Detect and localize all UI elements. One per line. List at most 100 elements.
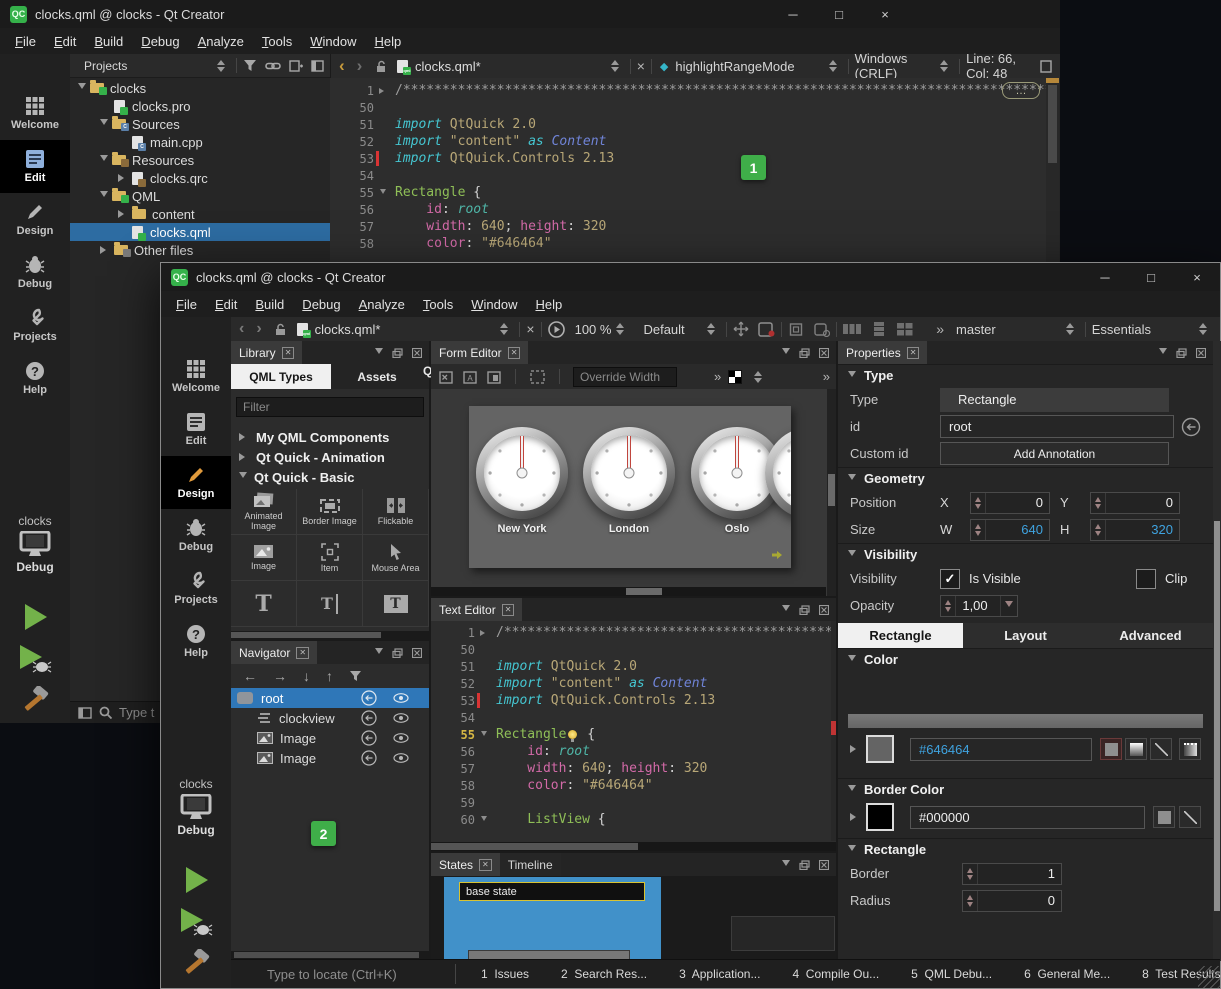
mode-help[interactable]: ? Help — [0, 352, 70, 405]
add-annotation-button[interactable]: Add Annotation — [940, 442, 1169, 465]
properties-tab[interactable]: Properties✕ — [838, 341, 927, 364]
pane-menu-icon[interactable] — [375, 648, 383, 658]
export-icon[interactable] — [361, 710, 377, 726]
menu-help[interactable]: Help — [365, 31, 410, 52]
border-solid-button[interactable] — [1153, 806, 1175, 828]
style-dropdown-icon[interactable] — [707, 319, 715, 339]
border-hex-field[interactable]: #000000 — [910, 806, 1145, 829]
solid-color-button[interactable] — [1100, 738, 1122, 760]
tab-rectangle[interactable]: Rectangle — [838, 623, 963, 648]
clock-london[interactable] — [583, 427, 675, 519]
close-pane-icon[interactable] — [311, 60, 324, 72]
section-color[interactable]: Color — [838, 648, 1213, 670]
nav-down-icon[interactable]: ↓ — [303, 668, 310, 684]
move-tool-icon[interactable] — [733, 321, 749, 337]
component-flickable[interactable]: Flickable — [363, 489, 429, 535]
kit-selector[interactable]: clocks Debug — [161, 777, 231, 837]
encoding-selector[interactable]: Windows (CRLF) — [855, 51, 932, 81]
close-document-icon[interactable]: × — [526, 321, 534, 337]
menu-window[interactable]: Window — [462, 294, 526, 315]
clip-checkbox[interactable] — [1136, 569, 1156, 589]
encoding-dropdown-icon[interactable] — [940, 56, 948, 76]
navigator-row-image-1[interactable]: Image — [231, 728, 429, 748]
section-geometry[interactable]: Geometry — [838, 467, 1213, 489]
navigator-row-image-2[interactable]: Image — [231, 748, 429, 768]
component-animated-image[interactable]: Animated Image — [231, 489, 297, 535]
close-pane-icon[interactable] — [1196, 348, 1206, 358]
select-frame-icon[interactable] — [788, 322, 804, 337]
navigator-row-clockview[interactable]: clockview — [231, 708, 429, 728]
form-vscrollbar[interactable] — [827, 389, 836, 596]
close-document-icon[interactable]: × — [637, 58, 645, 74]
overflow-chevrons-icon-2[interactable]: » — [823, 369, 830, 384]
filter-icon[interactable] — [243, 59, 257, 72]
form-canvas-area[interactable]: New York London Oslo — [431, 389, 826, 586]
symbol-dropdown-icon[interactable] — [829, 56, 837, 76]
file-dropdown-icon[interactable] — [500, 319, 508, 339]
debug-run-button[interactable] — [179, 906, 213, 938]
output-pane-search[interactable]: 2 Search Res... — [548, 967, 660, 981]
override-width-input[interactable] — [573, 367, 677, 387]
library-tab[interactable]: Library✕ — [231, 341, 302, 364]
timeline-tab[interactable]: Timeline — [500, 853, 561, 876]
selection-mode-icon[interactable] — [529, 369, 546, 385]
tab-advanced[interactable]: Advanced — [1088, 623, 1213, 648]
library-hscrollbar[interactable] — [231, 631, 431, 639]
overflow-chevrons-icon[interactable]: » — [714, 369, 721, 384]
minimize-button[interactable]: ─ — [770, 0, 816, 28]
color-gradient-bar[interactable] — [848, 714, 1203, 728]
float-pane-icon[interactable] — [392, 348, 403, 358]
checker-icon[interactable] — [728, 370, 742, 384]
branch-dropdown-icon[interactable] — [1066, 319, 1074, 339]
style-selector[interactable]: Default — [643, 322, 684, 337]
open-file-name[interactable]: clocks.qml* — [415, 59, 481, 74]
opacity-spinbox[interactable]: 1,00 — [940, 595, 1018, 617]
menu-analyze[interactable]: Analyze — [350, 294, 414, 315]
component-text-edit[interactable]: T — [297, 581, 363, 627]
output-pane-qml-debugger[interactable]: 5 QML Debu... — [898, 967, 1005, 981]
navigator-hscrollbar[interactable] — [231, 951, 429, 959]
pane-menu-icon[interactable] — [375, 348, 383, 358]
run-button[interactable] — [21, 602, 49, 632]
tree-row-clocks-pro[interactable]: clocks.pro — [70, 97, 330, 115]
export-icon[interactable] — [361, 730, 377, 746]
mode-help[interactable]: ? Help — [161, 615, 231, 668]
visibility-eye-icon[interactable] — [393, 733, 409, 743]
titlebar[interactable]: QC clocks.qml @ clocks - Qt Creator ─ □ … — [0, 0, 1060, 28]
tree-row-main-cpp[interactable]: Cmain.cpp — [70, 133, 330, 151]
frame-error-icon[interactable] — [758, 322, 775, 337]
section-type[interactable]: Type — [838, 364, 1213, 386]
anchor-fill-icon[interactable] — [485, 369, 502, 385]
output-pane-general[interactable]: 6 General Me... — [1011, 967, 1123, 981]
mode-projects[interactable]: Projects — [161, 562, 231, 615]
branch-selector[interactable]: master — [956, 322, 996, 337]
close-tab-icon[interactable]: ✕ — [502, 604, 515, 616]
float-pane-icon[interactable] — [799, 860, 810, 870]
live-preview-icon[interactable] — [548, 321, 565, 338]
library-filter-input[interactable] — [236, 397, 424, 417]
base-state-card[interactable]: base state — [444, 877, 661, 961]
menu-edit[interactable]: Edit — [206, 294, 246, 315]
border-spinbox[interactable]: 1 — [962, 863, 1062, 885]
open-file-name[interactable]: clocks.qml* — [315, 322, 381, 337]
nav-forward-icon[interactable]: › — [357, 56, 363, 76]
perspective-selector[interactable]: Essentials — [1092, 322, 1151, 337]
mode-design[interactable]: Design — [0, 193, 70, 246]
form-editor-tab[interactable]: Form Editor✕ — [431, 341, 528, 364]
hint-lightbulb-icon[interactable] — [568, 730, 577, 739]
x-spinbox[interactable]: 0 — [970, 492, 1050, 514]
menu-edit[interactable]: Edit — [45, 31, 85, 52]
export-id-icon[interactable] — [1181, 417, 1201, 437]
export-icon[interactable] — [361, 750, 377, 766]
layout-columns-icon[interactable] — [843, 323, 861, 335]
resize-grip[interactable] — [1198, 966, 1220, 988]
close-button[interactable]: × — [1174, 263, 1220, 291]
gradient-picker-button[interactable] — [1179, 738, 1201, 760]
file-dropdown-icon[interactable] — [611, 56, 619, 76]
tree-row-content[interactable]: content — [70, 205, 330, 223]
menu-build[interactable]: Build — [85, 31, 132, 52]
filter-icon[interactable] — [349, 670, 362, 682]
nav-back-icon[interactable]: ‹ — [339, 56, 345, 76]
maximize-button[interactable]: □ — [816, 0, 862, 28]
component-mouse-area[interactable]: Mouse Area — [363, 535, 429, 581]
